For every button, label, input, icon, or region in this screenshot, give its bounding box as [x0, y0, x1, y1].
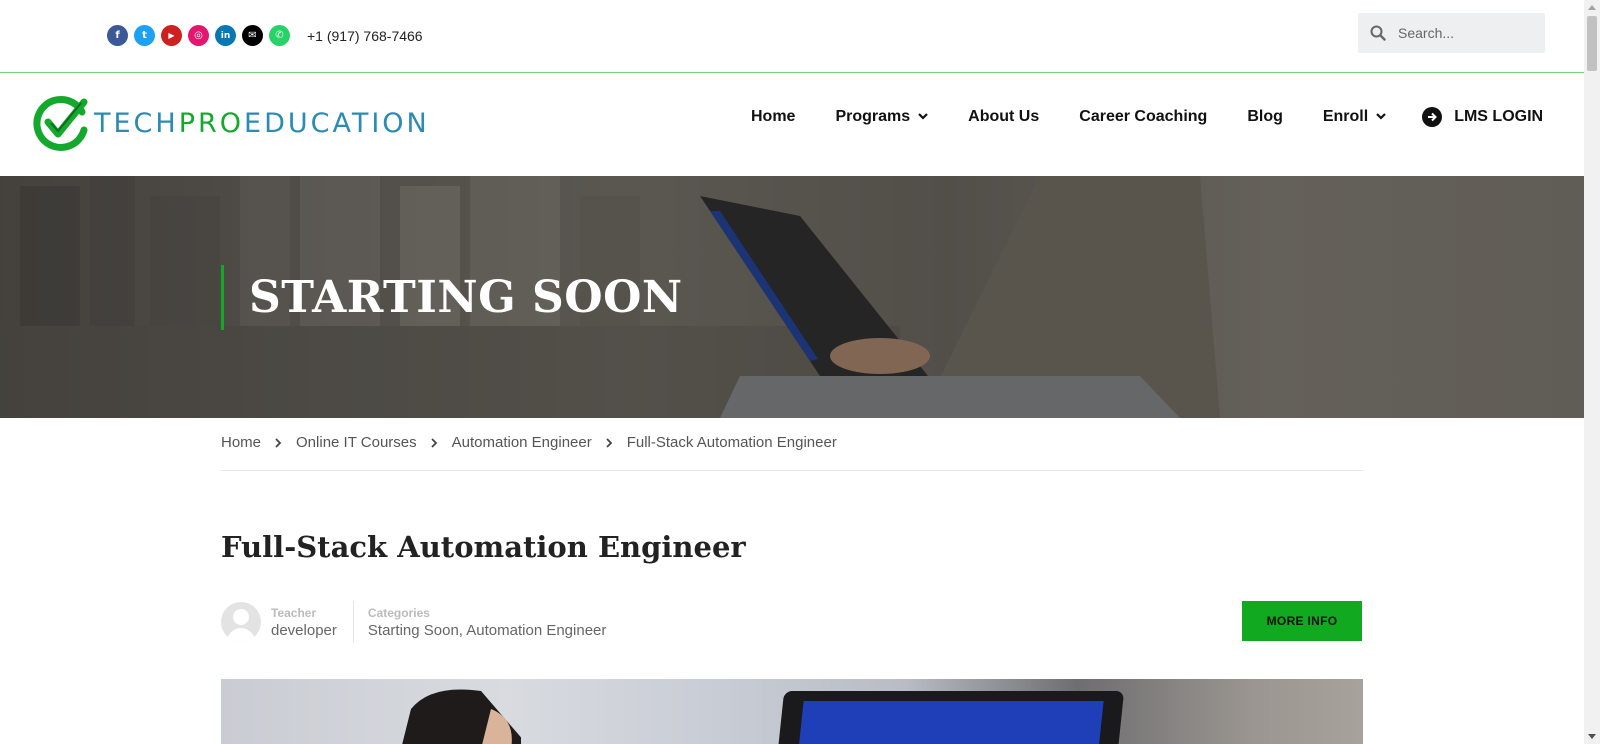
categories-info: Categories Starting Soon, Automation Eng… [368, 606, 607, 639]
nav-about[interactable]: About Us [968, 108, 1039, 126]
lms-login-button[interactable]: LMS LOGIN [1422, 107, 1543, 127]
logo-wordmark: TECHPROEDUCATION [94, 107, 430, 139]
facebook-icon[interactable]: f [107, 25, 128, 46]
youtube-icon[interactable]: ▶ [161, 25, 182, 46]
chevron-right-icon [275, 434, 282, 454]
course-featured-image [221, 679, 1363, 744]
scrollbar-thumb[interactable] [1587, 16, 1597, 71]
instagram-icon[interactable]: ◎ [188, 25, 209, 46]
teacher-label: Teacher [271, 605, 317, 620]
scroll-up-icon[interactable] [1588, 5, 1596, 10]
search-icon[interactable] [1358, 13, 1398, 53]
course-meta: Teacher developer Categories Starting So… [221, 601, 606, 643]
nav-career-coaching[interactable]: Career Coaching [1079, 108, 1207, 126]
search-box[interactable] [1358, 13, 1545, 53]
page-scrollbar[interactable] [1584, 0, 1600, 744]
nav-blog[interactable]: Blog [1247, 108, 1283, 126]
breadcrumb-automation-engineer[interactable]: Automation Engineer [452, 434, 592, 451]
linkedin-icon[interactable]: in [215, 25, 236, 46]
breadcrumb-home[interactable]: Home [221, 434, 261, 451]
meta-divider [352, 601, 354, 643]
arrow-right-circle-icon [1422, 107, 1443, 127]
twitter-icon[interactable]: t [134, 25, 155, 46]
main-header: TECHPROEDUCATION Home Programs About Us … [0, 74, 1584, 176]
top-bar: f t ▶ ◎ in ✉ ✆ +1 (917) 768-7466 [0, 0, 1584, 73]
nav-home[interactable]: Home [751, 108, 795, 126]
avatar [221, 602, 261, 642]
nav-enroll[interactable]: Enroll [1323, 108, 1386, 126]
woman-image [402, 689, 521, 744]
laptop-screen-image [798, 701, 1104, 744]
site-logo[interactable]: TECHPROEDUCATION [32, 94, 430, 152]
main-nav: Home Programs About Us Career Coaching B… [751, 107, 1543, 127]
categories-value[interactable]: Starting Soon, Automation Engineer [368, 622, 607, 639]
hero-title: STARTING SOON [221, 265, 683, 330]
social-links: f t ▶ ◎ in ✉ ✆ [107, 25, 290, 46]
scroll-down-icon[interactable] [1588, 734, 1596, 739]
nav-programs[interactable]: Programs [835, 108, 928, 126]
chevron-down-icon [918, 111, 928, 123]
more-info-button[interactable]: MORE INFO [1242, 601, 1362, 641]
breadcrumb-current: Full-Stack Automation Engineer [626, 434, 837, 451]
email-icon[interactable]: ✉ [242, 25, 263, 46]
categories-label: Categories [367, 605, 430, 620]
breadcrumb: Home Online IT Courses Automation Engine… [221, 434, 1363, 471]
breadcrumb-online-it-courses[interactable]: Online IT Courses [296, 434, 417, 451]
teacher-info: Teacher developer [271, 606, 337, 639]
phone-number[interactable]: +1 (917) 768-7466 [307, 28, 423, 44]
chevron-right-icon [430, 434, 438, 454]
chevron-right-icon [606, 434, 613, 454]
chevron-down-icon [1376, 111, 1386, 123]
teacher-name[interactable]: developer [271, 622, 337, 639]
search-input[interactable] [1398, 25, 1538, 41]
logo-check-icon [33, 96, 88, 151]
whatsapp-icon[interactable]: ✆ [269, 25, 290, 46]
course-title: Full-Stack Automation Engineer [221, 530, 746, 564]
hero-banner: STARTING SOON [0, 176, 1584, 418]
